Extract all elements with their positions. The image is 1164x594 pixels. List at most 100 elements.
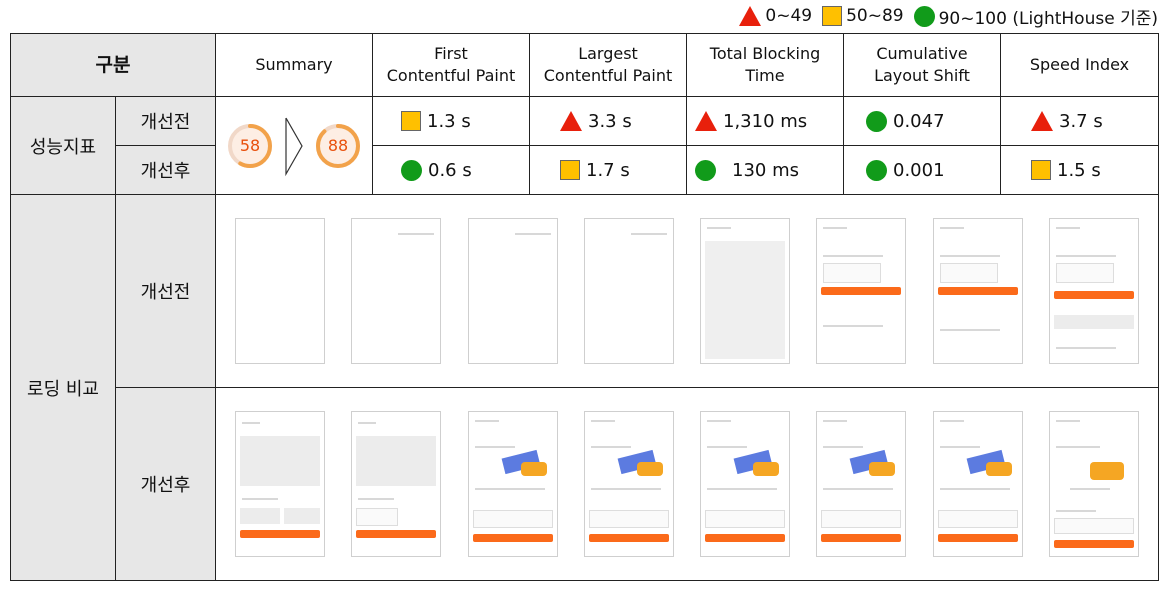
fcp-after-value: 0.6 s [428,159,472,181]
fcp-before-rating-icon [401,111,421,131]
cls-after-cell: 0.001 [843,145,1001,195]
si-before-cell: 3.7 s [1000,96,1159,146]
si-after-cell: 1.5 s [1000,145,1159,195]
header-tbt-line1: Total Blocking [709,44,821,63]
fcp-after-cell: 0.6 s [372,145,530,195]
cls-after-value: 0.001 [893,159,945,181]
frame-thumbnail [1048,218,1139,364]
frame-thumbnail [583,411,674,557]
square-icon [1031,160,1051,180]
triangle-icon [560,111,582,131]
frame-thumbnail [583,218,674,364]
frame-thumbnail [1048,411,1139,557]
lcp-after-value: 1.7 s [586,159,630,181]
tbt-after-rating-icon [695,159,716,181]
circle-icon [913,5,935,27]
loading-before-frames [215,194,1159,388]
si-before-value: 3.7 s [1059,110,1103,132]
metrics-after-label: 개선후 [115,145,216,195]
frame-thumbnail [235,218,326,364]
tbt-before-value: 1,310 ms [723,110,808,132]
header-lcp-line1: Largest [578,44,638,63]
frame-thumbnail [467,218,558,364]
frame-thumbnail [467,411,558,557]
legend-item-average: 50~89 [822,6,904,26]
frame-thumbnail [235,411,326,557]
header-fcp-line1: First [434,44,468,63]
header-tbt: Total Blocking Time [686,33,844,97]
header-lcp: Largest Contentful Paint [529,33,687,97]
circle-icon [695,159,716,181]
si-after-rating-icon [1031,160,1051,180]
lcp-before-rating-icon [560,111,582,131]
loading-after-frames [215,387,1159,581]
loading-after-row: 개선후 [11,387,1159,581]
lcp-after-rating-icon [560,160,580,180]
tbt-before-cell: 1,310 ms [686,96,844,146]
cls-before-cell: 0.047 [843,96,1001,146]
cls-before-rating-icon [866,110,887,132]
legend-item-good: 90~100 (LightHouse 기준) [913,4,1158,29]
rating-legend: 0~49 50~89 90~100 (LightHouse 기준) [729,4,1158,29]
triangle-icon [695,111,717,131]
score-gauge-after: 88 [315,123,361,169]
frame-thumbnail [700,411,791,557]
header-fcp: First Contentful Paint [372,33,530,97]
si-after-value: 1.5 s [1057,159,1101,181]
tbt-before-rating-icon [695,111,717,131]
header-cls-line2: Layout Shift [874,66,970,85]
score-after-value: 88 [327,135,349,155]
header-fcp-line2: Contentful Paint [386,66,516,85]
circle-icon [866,159,887,181]
metrics-before-row: 성능지표 개선전 58 88 1.3 s 3.3 s 1,310 ms 0.04… [10,96,1159,195]
fcp-after-rating-icon [401,159,422,181]
triangle-icon [739,6,762,26]
frame-thumbnail [816,218,907,364]
tbt-after-value: 130 ms [732,159,799,181]
fcp-before-value: 1.3 s [427,110,471,132]
score-before-value: 58 [239,135,261,155]
square-icon [401,111,421,131]
cls-after-rating-icon [866,159,887,181]
circle-icon [866,110,887,132]
header-row: 구분 Summary First Contentful Paint Largest… [10,33,1159,97]
lcp-after-cell: 1.7 s [529,145,687,195]
metrics-group-label: 성능지표 [10,96,116,195]
header-si: Speed Index [1000,33,1159,97]
chevron-right-icon [285,117,303,176]
loading-before-label: 개선전 [115,194,216,388]
tbt-after-cell: 130 ms [686,145,844,195]
legend-item-poor: 0~49 [739,6,812,26]
fcp-before-cell: 1.3 s [372,96,530,146]
legend-label-average: 50~89 [846,6,904,26]
header-tbt-line2: Time [745,66,785,85]
legend-label-poor: 0~49 [765,6,813,26]
circle-icon [401,159,422,181]
header-summary: Summary [215,33,373,97]
header-cls: Cumulative Layout Shift [843,33,1001,97]
summary-cell: 58 88 [215,96,373,195]
square-icon [822,6,843,26]
frame-thumbnail [351,218,442,364]
lcp-before-value: 3.3 s [588,110,632,132]
frame-thumbnail [700,218,791,364]
frame-thumbnail [816,411,907,557]
score-gauge-before: 58 [227,123,273,169]
lcp-before-cell: 3.3 s [529,96,687,146]
loading-group-label: 로딩 비교 [10,194,116,581]
si-before-rating-icon [1031,111,1053,131]
performance-table: 구분 Summary First Contentful Paint Largest… [10,33,1159,581]
legend-label-good: 90~100 (LightHouse 기준) [938,8,1158,29]
square-icon [560,160,580,180]
frame-thumbnail [351,411,442,557]
header-lcp-line2: Contentful Paint [543,66,673,85]
frame-thumbnail [932,218,1023,364]
frame-thumbnail [932,411,1023,557]
triangle-icon [1031,111,1053,131]
cls-before-value: 0.047 [893,110,945,132]
metrics-before-label: 개선전 [115,96,216,146]
header-cls-line1: Cumulative [876,44,968,63]
loading-before-row: 로딩 비교 개선전 [10,194,1159,581]
loading-after-label: 개선후 [115,387,216,581]
metrics-after-row: 개선후 0.6 s 1.7 s 130 ms 0.001 1.5 s [11,145,1159,195]
